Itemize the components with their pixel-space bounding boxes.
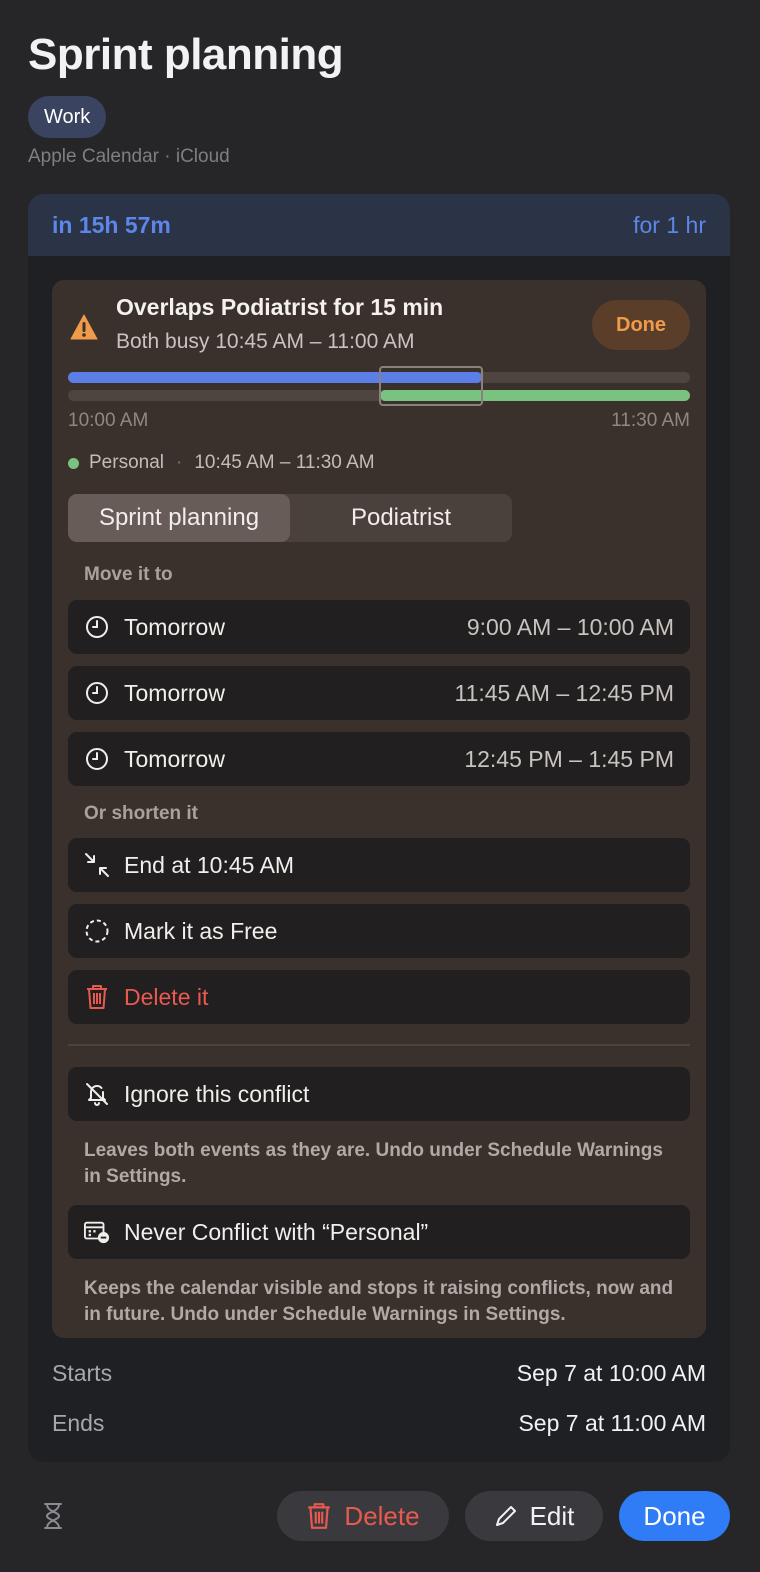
move-option-time: 9:00 AM – 10:00 AM — [466, 613, 674, 640]
segment-sprint-planning[interactable]: Sprint planning — [68, 494, 290, 542]
calendar-color-dot — [68, 457, 79, 469]
ends-label: Ends — [52, 1410, 105, 1436]
delete-button[interactable]: Delete — [277, 1491, 449, 1541]
edit-button[interactable]: Edit — [465, 1491, 603, 1541]
starts-row: Starts Sep 7 at 10:00 AM — [52, 1360, 706, 1387]
duration-label: for 1 hr — [633, 211, 706, 238]
move-option-day: Tomorrow — [124, 613, 225, 640]
delete-it-label: Delete it — [124, 983, 209, 1010]
timeline-start-label: 10:00 AM — [68, 410, 149, 431]
conflict-done-button[interactable]: Done — [592, 300, 690, 350]
time-status-bar: in 15h 57m for 1 hr — [28, 194, 730, 256]
clock-icon — [84, 746, 110, 772]
warning-icon — [70, 314, 98, 340]
calendar-source: Apple Calendar · iCloud — [28, 146, 230, 167]
segment-podiatrist[interactable]: Podiatrist — [290, 494, 512, 542]
edit-label: Edit — [529, 1500, 575, 1531]
event-title: Sprint planning — [28, 30, 344, 79]
conflict-title: Overlaps Podiatrist for 15 min — [116, 294, 444, 320]
ignore-conflict-label: Ignore this conflict — [124, 1080, 310, 1107]
bell-slash-icon — [84, 1081, 110, 1107]
calendar-tag[interactable]: Work — [28, 96, 107, 138]
move-option-1[interactable]: Tomorrow 9:00 AM – 10:00 AM — [68, 600, 690, 654]
end-at-label: End at 10:45 AM — [124, 851, 295, 878]
conflict-subtitle: Both busy 10:45 AM – 11:00 AM — [116, 330, 415, 353]
timeline-end-label: 11:30 AM — [611, 410, 690, 431]
delete-it-button[interactable]: Delete it — [68, 970, 690, 1024]
mark-free-button[interactable]: Mark it as Free — [68, 904, 690, 958]
ignore-note: Leaves both events as they are. Undo und… — [84, 1140, 663, 1187]
clock-icon — [84, 680, 110, 706]
other-event-time: 10:45 AM – 11:30 AM — [194, 452, 375, 473]
starts-label: Starts — [52, 1360, 113, 1386]
shorten-section-label: Or shorten it — [84, 803, 199, 824]
done-button[interactable]: Done — [619, 1491, 730, 1541]
ends-value[interactable]: Sep 7 at 11:00 AM — [518, 1410, 706, 1437]
calendar-minus-icon — [84, 1219, 110, 1245]
other-event-info: Personal · 10:45 AM – 11:30 AM — [68, 452, 375, 474]
never-conflict-button[interactable]: Never Conflict with “Personal” — [68, 1205, 690, 1259]
trash-icon — [84, 984, 110, 1010]
conflict-panel: Overlaps Podiatrist for 15 min Both busy… — [52, 280, 706, 1338]
hourglass-icon[interactable] — [42, 1502, 64, 1530]
event-segmented-control: Sprint planning Podiatrist — [68, 494, 512, 542]
move-option-day: Tomorrow — [124, 679, 225, 706]
move-option-2[interactable]: Tomorrow 11:45 AM – 12:45 PM — [68, 666, 690, 720]
event-card: in 15h 57m for 1 hr Overlaps Podiatrist … — [28, 194, 730, 1462]
collapse-icon — [84, 852, 110, 878]
ends-row: Ends Sep 7 at 11:00 AM — [52, 1410, 706, 1437]
starts-value[interactable]: Sep 7 at 10:00 AM — [517, 1360, 706, 1387]
pencil-icon — [494, 1504, 518, 1528]
overlap-highlight — [379, 366, 483, 406]
never-conflict-note: Keeps the calendar visible and stops it … — [84, 1278, 674, 1325]
move-option-time: 12:45 PM – 1:45 PM — [464, 745, 674, 772]
countdown-label: in 15h 57m — [52, 211, 171, 238]
move-option-time: 11:45 AM – 12:45 PM — [454, 679, 675, 706]
mark-free-label: Mark it as Free — [124, 917, 278, 944]
move-option-day: Tomorrow — [124, 745, 225, 772]
dashed-circle-icon — [84, 918, 110, 944]
trash-icon — [306, 1502, 332, 1530]
end-at-button[interactable]: End at 10:45 AM — [68, 838, 690, 892]
other-calendar-name: Personal — [89, 452, 164, 473]
separator-dot: · — [176, 452, 183, 473]
ignore-conflict-button[interactable]: Ignore this conflict — [68, 1067, 690, 1121]
clock-icon — [84, 614, 110, 640]
move-option-3[interactable]: Tomorrow 12:45 PM – 1:45 PM — [68, 732, 690, 786]
never-conflict-label: Never Conflict with “Personal” — [124, 1218, 429, 1245]
divider — [68, 1044, 690, 1046]
move-section-label: Move it to — [84, 564, 173, 585]
delete-label: Delete — [344, 1500, 420, 1531]
